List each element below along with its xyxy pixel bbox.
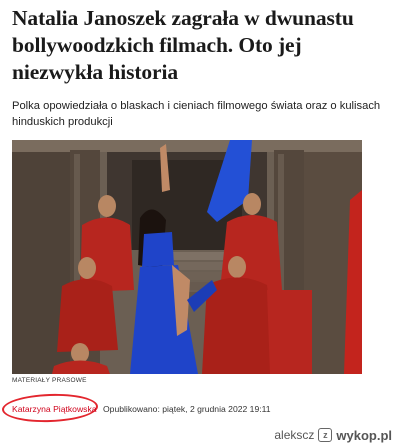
- photo-credit: MATERIAŁY PRASOWE: [12, 377, 87, 384]
- article-headline: Natalia Janoszek zagrała w dwunastu boll…: [12, 6, 354, 84]
- article-lead: Polka opowiedziała o blaskach i cieniach…: [12, 100, 381, 128]
- wykop-logo-icon: z: [318, 428, 333, 442]
- article-photo: [12, 140, 362, 374]
- photo-illustration: [12, 140, 362, 374]
- author-link[interactable]: Katarzyna Piątkowska: [12, 404, 97, 414]
- watermark: alekscz z wykop.pl: [274, 427, 392, 443]
- published-date: Opublikowano: piątek, 2 grudnia 2022 19:…: [103, 404, 271, 414]
- watermark-site: wykop.pl: [336, 427, 392, 443]
- watermark-user: alekscz: [274, 428, 315, 442]
